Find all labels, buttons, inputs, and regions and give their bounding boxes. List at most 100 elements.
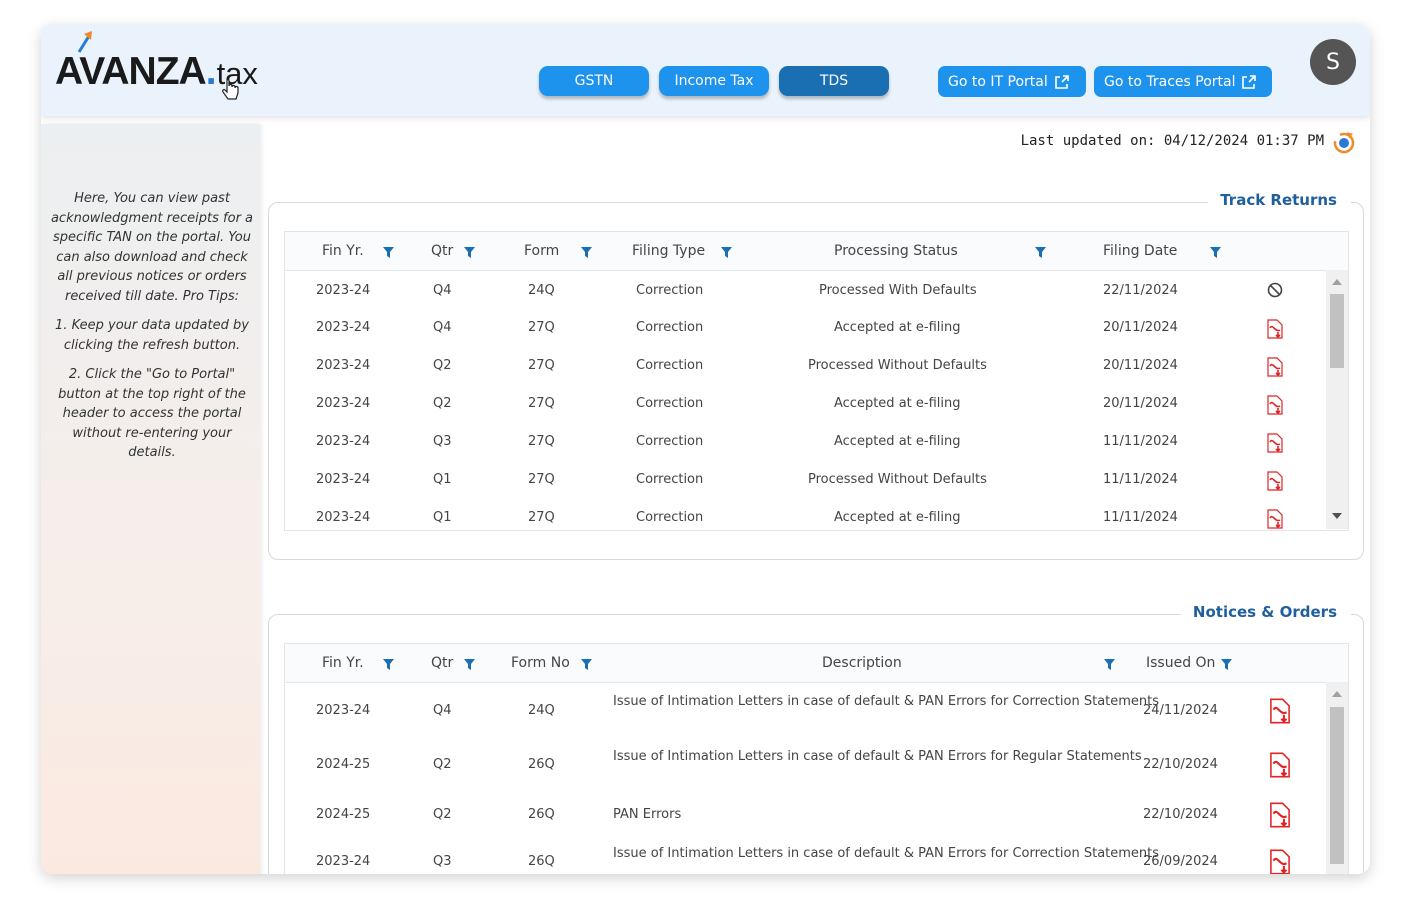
cell-fin-yr: 2024-25 — [316, 807, 371, 822]
table-row[interactable]: 2024-25 Q2 26Q Issue of Intimation Lette… — [285, 737, 1348, 792]
header: AVANZA. tax GSTN Income Tax TDS Go to IT … — [41, 24, 1370, 116]
table-row[interactable]: 2023-24 Q3 27Q Correction Accepted at e-… — [285, 423, 1348, 461]
table-row[interactable]: 2023-24 Q3 26Q Issue of Intimation Lette… — [285, 840, 1348, 874]
sidebar-tips: Here, You can view past acknowledgment r… — [49, 189, 255, 473]
filter-icon[interactable] — [383, 247, 394, 258]
cell-status: Accepted at e-filing — [834, 434, 961, 449]
table-row[interactable]: 2023-24 Q1 27Q Correction Processed With… — [285, 461, 1348, 499]
table-row[interactable]: 2024-25 Q2 26Q PAN Errors 22/10/2024 — [285, 792, 1348, 840]
cell-filing-type: Correction — [636, 434, 704, 449]
filter-icon[interactable] — [721, 247, 732, 258]
go-to-traces-portal-label: Go to Traces Portal — [1104, 73, 1236, 90]
cell-filing-date: 20/11/2024 — [1103, 358, 1178, 373]
notices-orders-scrollbar[interactable] — [1326, 682, 1348, 874]
go-to-traces-portal-button[interactable]: Go to Traces Portal — [1094, 66, 1272, 97]
pdf-download-icon[interactable] — [1267, 752, 1293, 778]
scrollbar-thumb[interactable] — [1330, 294, 1344, 368]
filter-icon[interactable] — [383, 659, 394, 670]
col-form-no[interactable]: Form No — [511, 655, 570, 671]
tab-income-tax[interactable]: Income Tax — [659, 66, 769, 96]
pdf-download-icon[interactable] — [1267, 698, 1293, 724]
cell-status: Accepted at e-filing — [834, 510, 961, 525]
cell-qtr: Q2 — [433, 757, 452, 772]
pdf-download-icon[interactable] — [1265, 509, 1285, 529]
cell-fin-yr: 2023-24 — [316, 283, 371, 298]
track-returns-title: Track Returns — [1208, 191, 1351, 209]
hand-cursor-icon — [222, 79, 239, 100]
cell-form: 27Q — [528, 358, 555, 373]
blocked-icon — [1267, 282, 1283, 298]
refresh-icon[interactable] — [1332, 130, 1356, 154]
tab-tds[interactable]: TDS — [779, 66, 889, 96]
track-returns-scrollbar[interactable] — [1326, 270, 1348, 529]
table-row[interactable]: 2023-24 Q4 27Q Correction Accepted at e-… — [285, 309, 1348, 347]
pdf-download-icon[interactable] — [1265, 433, 1285, 453]
cell-status: Accepted at e-filing — [834, 320, 961, 335]
sidebar: Here, You can view past acknowledgment r… — [41, 124, 260, 874]
cell-filing-type: Correction — [636, 320, 704, 335]
tab-gstn[interactable]: GSTN — [539, 66, 649, 96]
col-description[interactable]: Description — [822, 655, 902, 671]
filter-icon[interactable] — [1035, 247, 1046, 258]
filter-icon[interactable] — [581, 247, 592, 258]
table-row[interactable]: 2023-24 Q4 24Q Issue of Intimation Lette… — [285, 683, 1348, 737]
col-qtr[interactable]: Qtr — [431, 655, 453, 671]
cell-issued-on: 22/10/2024 — [1143, 757, 1218, 772]
pdf-download-icon[interactable] — [1265, 357, 1285, 377]
cell-form-no: 24Q — [528, 703, 555, 718]
cell-form: 27Q — [528, 320, 555, 335]
col-issued-on[interactable]: Issued On — [1146, 655, 1215, 671]
cell-form-no: 26Q — [528, 757, 555, 772]
go-to-it-portal-button[interactable]: Go to IT Portal — [938, 66, 1086, 97]
logo-arrow-icon — [77, 31, 92, 53]
col-filing-type[interactable]: Filing Type — [632, 243, 705, 259]
cell-filing-date: 20/11/2024 — [1103, 396, 1178, 411]
cell-fin-yr: 2023-24 — [316, 510, 371, 525]
cell-qtr: Q2 — [433, 396, 452, 411]
cell-status: Accepted at e-filing — [834, 396, 961, 411]
col-form[interactable]: Form — [524, 243, 559, 259]
cell-filing-type: Correction — [636, 396, 704, 411]
notices-orders-grid: Fin Yr. Qtr Form No Description Issued O… — [284, 643, 1349, 874]
cell-form: 27Q — [528, 472, 555, 487]
scroll-up-arrow-icon[interactable] — [1332, 279, 1342, 285]
table-row[interactable]: 2023-24 Q2 27Q Correction Processed With… — [285, 347, 1348, 385]
pdf-download-icon[interactable] — [1267, 802, 1293, 828]
col-fin-yr[interactable]: Fin Yr. — [322, 243, 364, 259]
col-qtr[interactable]: Qtr — [431, 243, 453, 259]
pdf-download-icon[interactable] — [1265, 471, 1285, 491]
cell-qtr: Q2 — [433, 807, 452, 822]
cell-filing-type: Correction — [636, 510, 704, 525]
pdf-download-icon[interactable] — [1267, 849, 1293, 874]
external-link-icon — [1242, 74, 1257, 89]
pdf-download-icon[interactable] — [1265, 395, 1285, 415]
scroll-up-arrow-icon[interactable] — [1332, 691, 1342, 697]
scroll-down-arrow-icon[interactable] — [1332, 513, 1342, 519]
cell-filing-type: Correction — [636, 283, 704, 298]
filter-icon[interactable] — [1210, 247, 1221, 258]
filter-icon[interactable] — [464, 659, 475, 670]
table-row[interactable]: 2023-24 Q4 24Q Correction Processed With… — [285, 271, 1348, 309]
col-processing-status[interactable]: Processing Status — [834, 243, 958, 259]
table-row[interactable]: 2023-24 Q1 27Q Correction Accepted at e-… — [285, 499, 1348, 530]
external-link-icon — [1054, 74, 1069, 89]
cell-fin-yr: 2024-25 — [316, 757, 371, 772]
cell-fin-yr: 2023-24 — [316, 396, 371, 411]
cell-fin-yr: 2023-24 — [316, 854, 371, 869]
cell-form: 24Q — [528, 283, 555, 298]
user-avatar[interactable]: S — [1310, 39, 1356, 85]
filter-icon[interactable] — [581, 659, 592, 670]
cell-form-no: 26Q — [528, 854, 555, 869]
table-row[interactable]: 2023-24 Q2 27Q Correction Accepted at e-… — [285, 385, 1348, 423]
cell-form-no: 26Q — [528, 807, 555, 822]
cell-qtr: Q3 — [433, 854, 452, 869]
filter-icon[interactable] — [464, 247, 475, 258]
filter-icon[interactable] — [1104, 659, 1115, 670]
col-fin-yr[interactable]: Fin Yr. — [322, 655, 364, 671]
cell-issued-on: 24/11/2024 — [1143, 703, 1218, 718]
pdf-download-icon[interactable] — [1265, 319, 1285, 339]
filter-icon[interactable] — [1221, 659, 1232, 670]
col-filing-date[interactable]: Filing Date — [1103, 243, 1177, 259]
scrollbar-thumb[interactable] — [1330, 707, 1344, 864]
cell-filing-date: 20/11/2024 — [1103, 320, 1178, 335]
